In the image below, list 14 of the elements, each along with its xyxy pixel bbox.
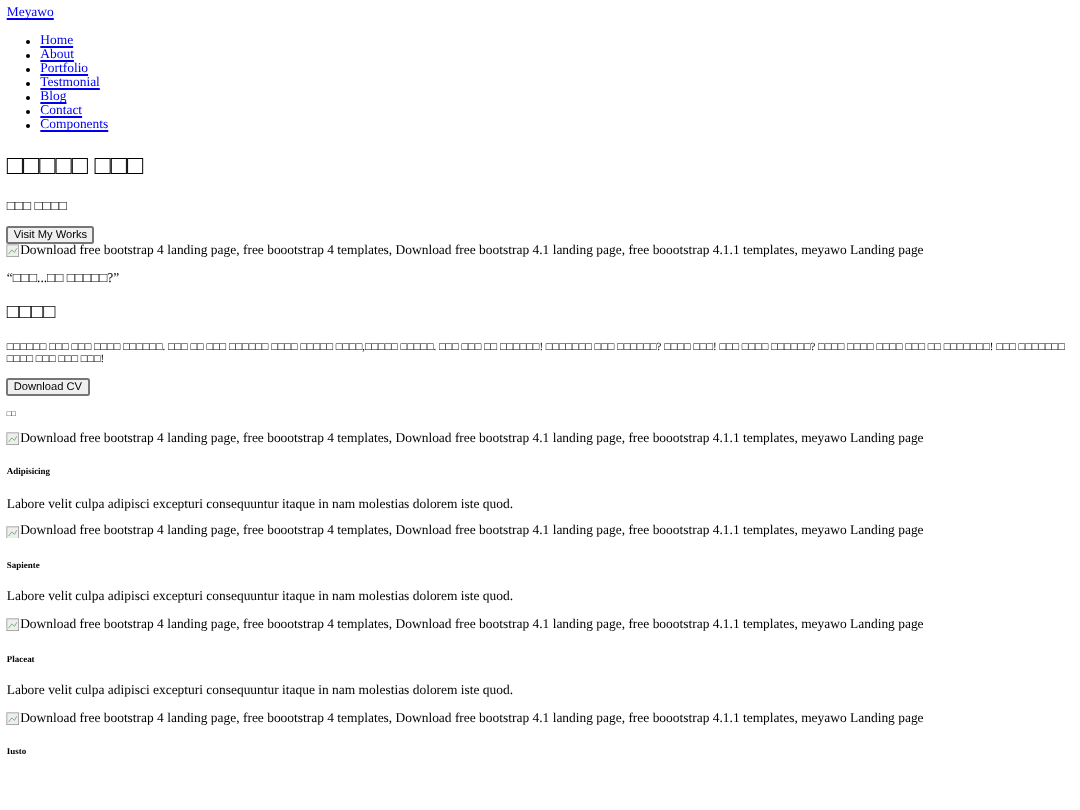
bullet-icon bbox=[25, 109, 30, 114]
broken-image-icon bbox=[6, 525, 21, 539]
broken-image-icon bbox=[6, 618, 21, 632]
bullet-icon bbox=[25, 95, 30, 100]
bullet-icon bbox=[25, 39, 30, 44]
broken-image-icon bbox=[6, 431, 21, 446]
broken-image-icon bbox=[6, 244, 21, 259]
bullet-icon bbox=[25, 53, 30, 58]
bullet-icon bbox=[25, 81, 30, 86]
bullet-icon bbox=[25, 123, 30, 128]
about-title: □□□□ bbox=[6, 302, 58, 325]
broken-image-icon bbox=[6, 712, 21, 726]
hero-title: □□□□□ □□□ bbox=[6, 149, 146, 182]
bullet-icon bbox=[25, 67, 30, 72]
